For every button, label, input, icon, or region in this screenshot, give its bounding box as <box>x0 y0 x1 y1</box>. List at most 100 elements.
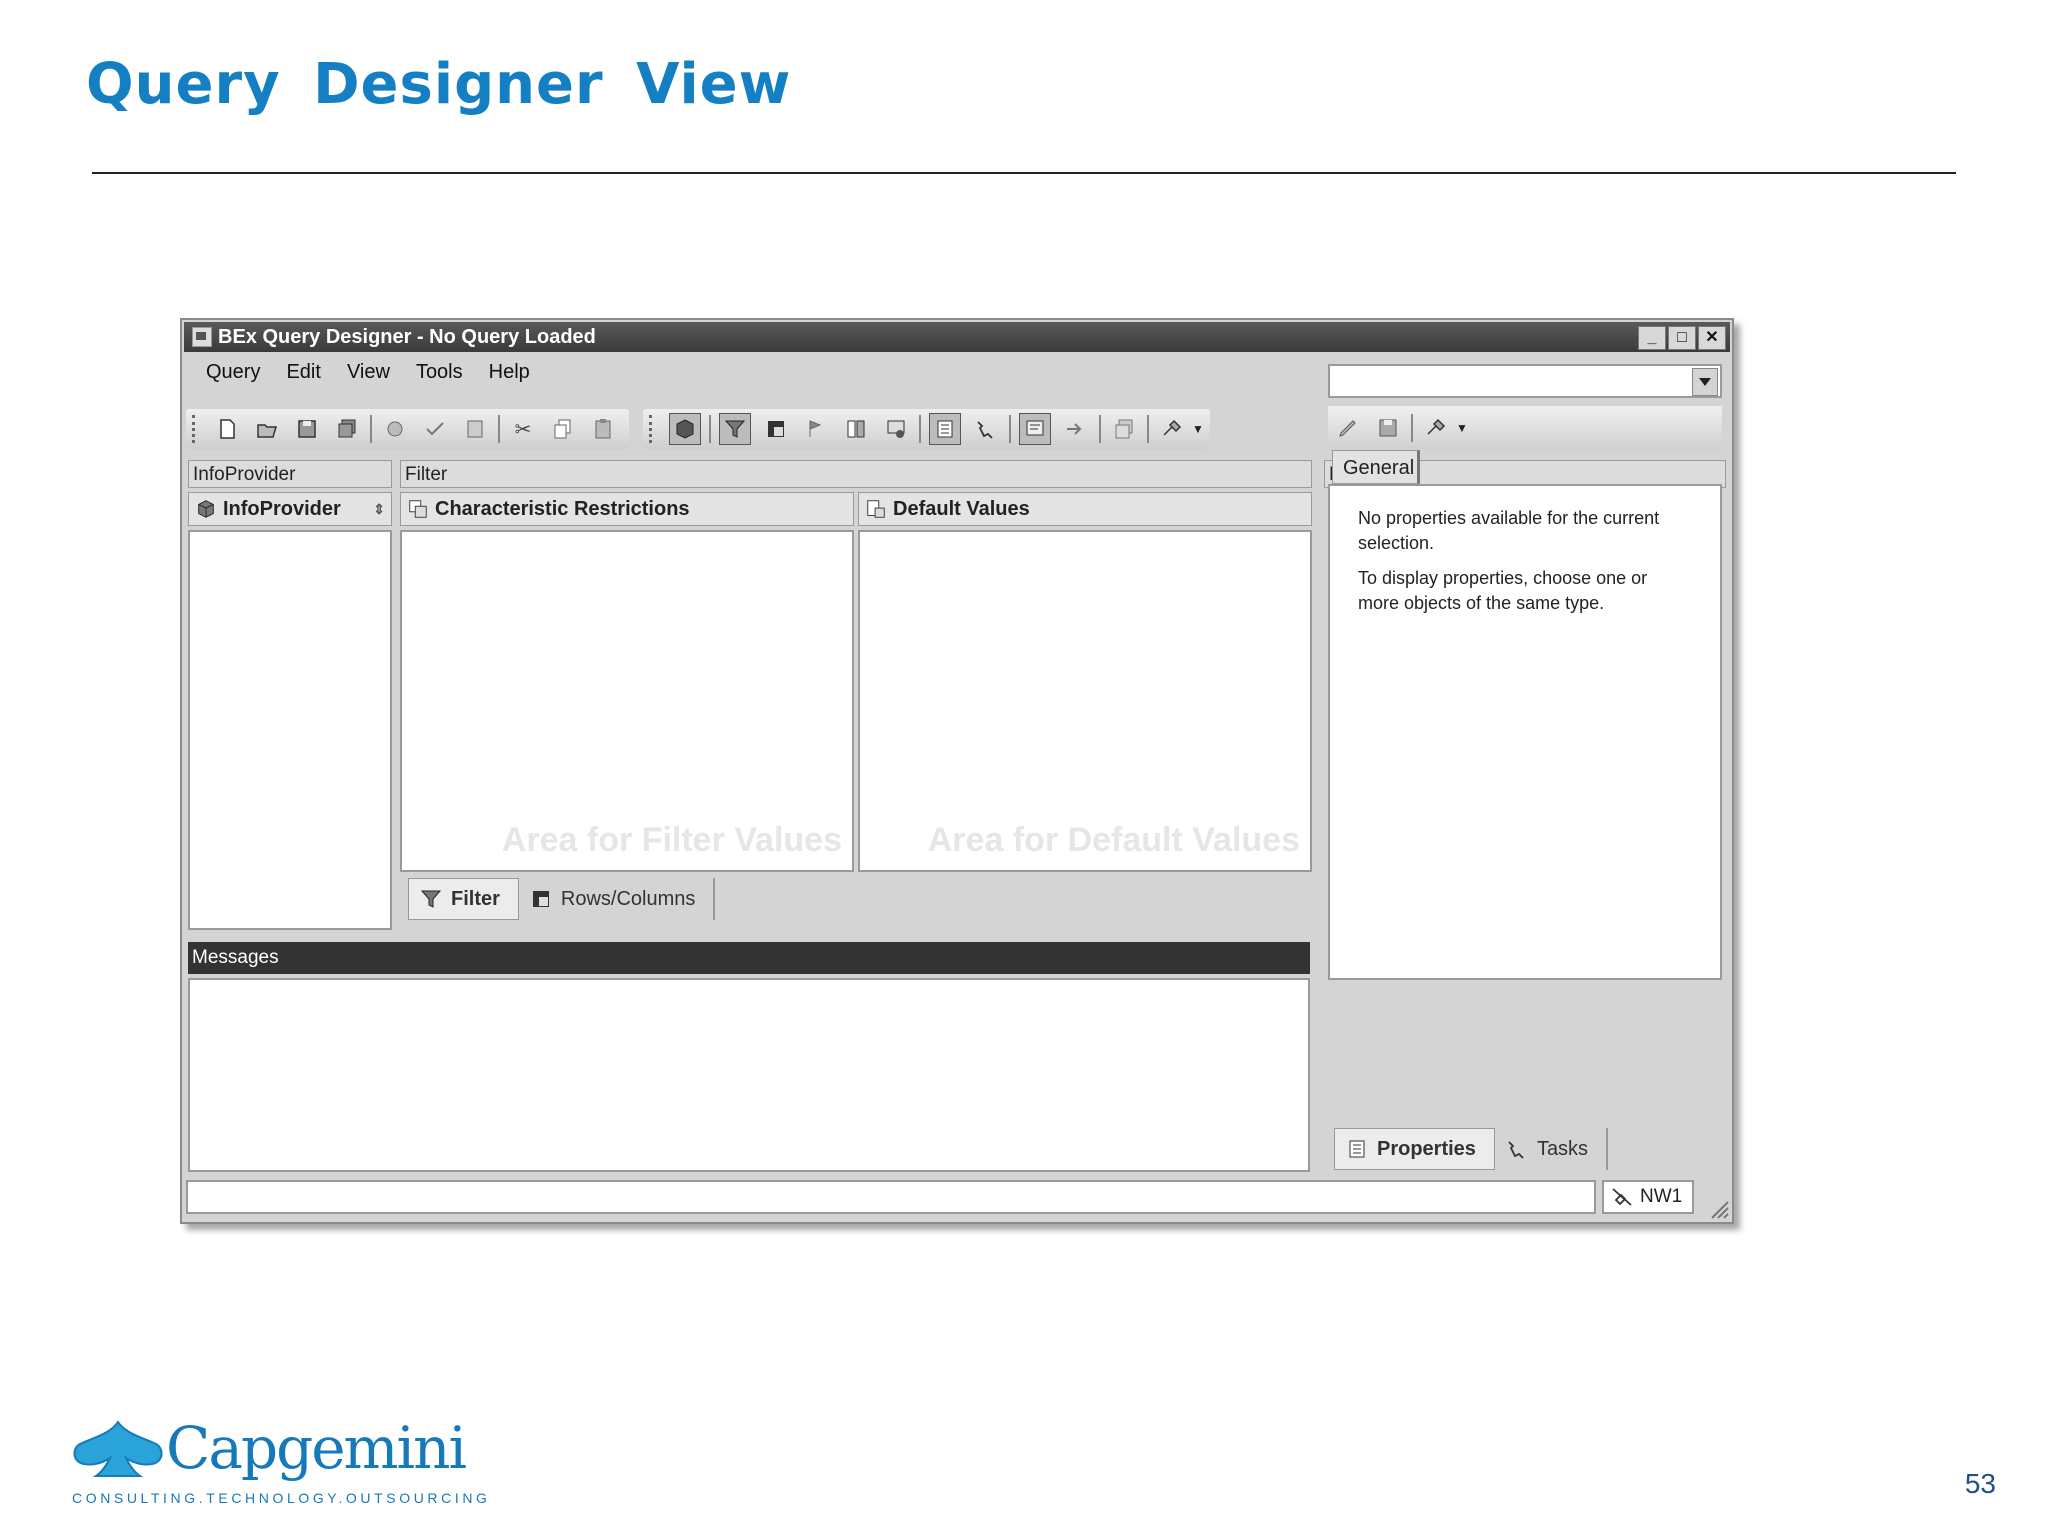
tab-filter[interactable]: Filter <box>408 878 519 920</box>
toolbar-separator <box>919 415 921 443</box>
execute-icon[interactable] <box>420 414 450 444</box>
properties-icon <box>1349 1140 1365 1158</box>
infoprovider-screen-icon[interactable] <box>669 413 701 445</box>
new-query-icon[interactable] <box>212 414 242 444</box>
toolbar-separator <box>370 415 372 443</box>
bex-query-designer-window: BEx Query Designer - No Query Loaded _ □… <box>180 318 1734 1224</box>
save-all-icon[interactable] <box>332 414 362 444</box>
characteristic-restrictions-label: Characteristic Restrictions <box>435 497 690 520</box>
cube-icon <box>198 500 214 518</box>
connection-icon <box>1612 1188 1632 1206</box>
filter-screen-icon[interactable] <box>719 413 751 445</box>
window-title: BEx Query Designer - No Query Loaded <box>218 325 596 348</box>
messages-screen-icon[interactable] <box>1019 413 1051 445</box>
filter-values-watermark: Area for Filter Values <box>501 821 842 859</box>
menu-tools[interactable]: Tools <box>416 361 463 384</box>
default-values-label: Default Values <box>893 497 1030 520</box>
where-used-icon[interactable] <box>1061 414 1091 444</box>
tab-rows-columns[interactable]: Rows/Columns <box>519 878 716 920</box>
characteristic-restrictions-area[interactable]: Area for Filter Values <box>400 530 854 872</box>
menu-edit[interactable]: Edit <box>286 361 320 384</box>
properties-tabstrip: Properties Tasks <box>1324 1128 1726 1170</box>
toolbar-separator <box>1411 414 1413 442</box>
default-values-area[interactable]: Area for Default Values <box>858 530 1312 872</box>
exceptions-icon[interactable] <box>881 414 911 444</box>
properties-message-2: To display properties, choose one or mor… <box>1358 568 1648 613</box>
toolbar-separator <box>1147 415 1149 443</box>
messages-area[interactable] <box>188 978 1310 1172</box>
spade-logo-icon <box>73 1420 163 1477</box>
tasks-screen-icon[interactable] <box>971 414 1001 444</box>
infoprovider-panel-header: InfoProvider <box>188 460 392 488</box>
maximize-button[interactable]: □ <box>1668 326 1696 350</box>
chevron-down-icon[interactable]: ▼ <box>1456 421 1468 435</box>
close-button[interactable]: ✕ <box>1698 326 1726 350</box>
properties-object-selector[interactable] <box>1328 364 1722 398</box>
rows-columns-icon <box>532 891 549 907</box>
technical-names-icon[interactable] <box>1109 414 1139 444</box>
toolbar-group-standard: ✂ <box>186 409 629 449</box>
cut-icon[interactable]: ✂ <box>508 414 538 444</box>
properties-content: No properties available for the current … <box>1328 484 1722 980</box>
restriction-icon <box>409 500 427 518</box>
filter-icon <box>420 890 442 908</box>
tab-properties[interactable]: Properties <box>1334 1128 1495 1170</box>
edit-icon[interactable] <box>1333 413 1363 443</box>
copy-icon[interactable] <box>548 414 578 444</box>
minimize-button[interactable]: _ <box>1638 326 1666 350</box>
resize-grip-icon[interactable] <box>1704 1194 1730 1220</box>
tools-dropdown-icon[interactable] <box>1157 414 1187 444</box>
toolbar-grip[interactable] <box>192 415 199 443</box>
menu-query[interactable]: Query <box>206 361 260 384</box>
tab-properties-label: Properties <box>1377 1137 1476 1160</box>
system-name: NW1 <box>1640 1186 1683 1207</box>
properties-message-1: No properties available for the current … <box>1358 508 1660 553</box>
tab-filter-label: Filter <box>451 887 500 910</box>
default-values-header: Default Values <box>858 492 1312 526</box>
toolbar-grip[interactable] <box>649 415 656 443</box>
title-divider <box>92 172 1956 174</box>
logo-wordmark: Capgemini <box>166 1414 467 1482</box>
characteristic-restrictions-header: Characteristic Restrictions <box>400 492 854 526</box>
tab-general[interactable]: General <box>1332 450 1420 484</box>
tab-rows-columns-label: Rows/Columns <box>560 887 696 910</box>
app-icon <box>192 327 212 347</box>
menu-help[interactable]: Help <box>489 361 530 384</box>
conditions-icon[interactable] <box>841 414 871 444</box>
query-properties-icon[interactable] <box>460 414 490 444</box>
paste-icon[interactable] <box>588 414 618 444</box>
save-icon[interactable] <box>292 414 322 444</box>
tools-dropdown-icon[interactable] <box>1421 413 1451 443</box>
status-bar <box>186 1180 1596 1214</box>
chevron-down-icon[interactable]: ▼ <box>1192 422 1204 436</box>
default-values-icon <box>867 500 885 518</box>
logo-tagline: CONSULTING.TECHNOLOGY.OUTSOURCING <box>72 1490 491 1506</box>
tab-tasks[interactable]: Tasks <box>1495 1128 1609 1170</box>
page-number: 53 <box>1964 1468 1996 1499</box>
menu-view[interactable]: View <box>347 361 390 384</box>
infoprovider-subheader-label: InfoProvider <box>223 497 341 520</box>
properties-toolbar: ▼ <box>1328 406 1722 450</box>
toolbar-separator <box>1009 415 1011 443</box>
slide-title: Query Designer View <box>86 52 792 117</box>
filter-tabstrip: Filter Rows/Columns <box>400 878 1312 920</box>
toolbar-group-screen-areas: ▼ <box>643 409 1210 449</box>
rows-columns-icon[interactable] <box>761 414 791 444</box>
infoprovider-subheader[interactable]: InfoProvider ⇕ <box>188 492 392 526</box>
properties-screen-icon[interactable] <box>929 413 961 445</box>
tasks-icon <box>1508 1141 1524 1159</box>
system-indicator: NW1 <box>1602 1180 1694 1214</box>
check-query-icon[interactable] <box>380 414 410 444</box>
window-titlebar[interactable]: BEx Query Designer - No Query Loaded _ □… <box>184 322 1730 352</box>
chevron-down-icon[interactable] <box>1692 368 1718 396</box>
main-toolbar: ✂ ▼ <box>186 408 1210 450</box>
filter-panel-header: Filter <box>400 460 1312 488</box>
tab-tasks-label: Tasks <box>1536 1137 1589 1160</box>
infoprovider-tree-area[interactable] <box>188 530 392 930</box>
save-icon[interactable] <box>1373 413 1403 443</box>
open-query-icon[interactable] <box>252 414 282 444</box>
sort-updown-icon[interactable]: ⇕ <box>373 501 385 518</box>
toolbar-separator <box>709 415 711 443</box>
cells-icon[interactable] <box>801 414 831 444</box>
default-values-watermark: Area for Default Values <box>927 821 1300 859</box>
